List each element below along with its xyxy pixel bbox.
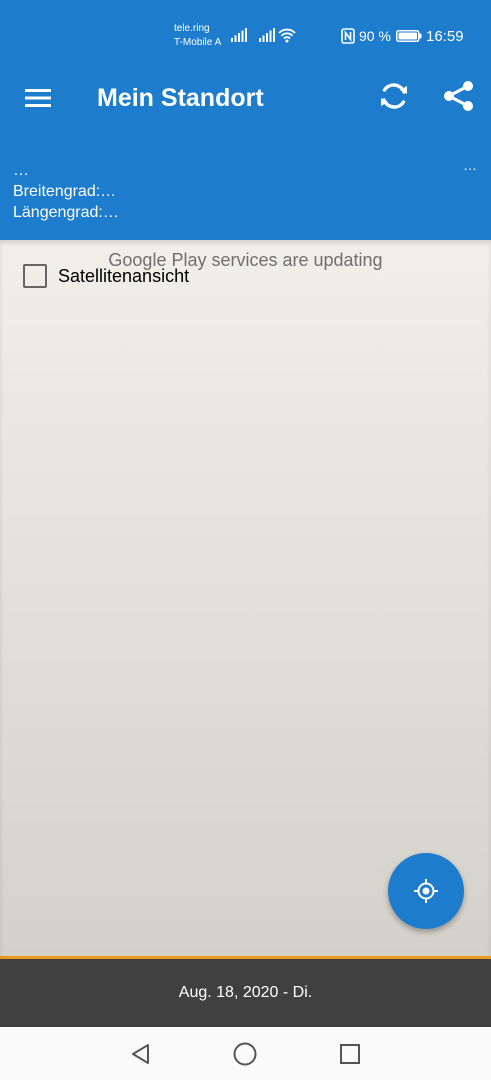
signal-icon bbox=[231, 28, 247, 42]
satellite-view-checkbox[interactable] bbox=[23, 264, 47, 288]
info-corner-text: … bbox=[463, 157, 477, 173]
menu-button[interactable] bbox=[20, 80, 56, 116]
map-view[interactable]: Google Play services are updating Satell… bbox=[0, 240, 491, 956]
carrier-info: tele.ring T-Mobile A bbox=[174, 22, 221, 50]
home-button[interactable] bbox=[230, 1039, 260, 1069]
refresh-button[interactable] bbox=[374, 76, 414, 116]
satellite-view-label[interactable]: Satellitenansicht bbox=[58, 266, 189, 287]
refresh-icon bbox=[381, 83, 407, 109]
wifi-icon bbox=[278, 28, 296, 43]
menu-icon bbox=[25, 89, 51, 107]
address-text: … bbox=[13, 162, 29, 179]
battery-icon bbox=[396, 30, 422, 42]
back-button[interactable] bbox=[126, 1039, 156, 1069]
back-icon bbox=[132, 1044, 149, 1064]
signal-icon bbox=[259, 28, 275, 42]
battery-percent: 90 % bbox=[359, 28, 391, 44]
navigation-bar bbox=[0, 1027, 491, 1080]
header: tele.ring T-Mobile A 90 % 16:59 Mein Sta… bbox=[0, 0, 491, 240]
date-bar: Aug. 18, 2020 - Di. bbox=[0, 956, 491, 1027]
screen: tele.ring T-Mobile A 90 % 16:59 Mein Sta… bbox=[0, 0, 491, 1080]
carrier-1: tele.ring bbox=[174, 23, 210, 34]
recents-button[interactable] bbox=[335, 1039, 365, 1069]
my-location-button[interactable] bbox=[388, 853, 464, 929]
status-bar: tele.ring T-Mobile A 90 % 16:59 bbox=[0, 0, 491, 66]
carrier-2: T-Mobile A bbox=[174, 37, 222, 48]
page-title: Mein Standort bbox=[97, 84, 264, 112]
status-time: 16:59 bbox=[426, 28, 464, 45]
share-icon bbox=[444, 81, 473, 111]
app-bar: Mein Standort bbox=[0, 66, 491, 130]
longitude-text: Längengrad:… bbox=[13, 204, 119, 221]
recents-icon bbox=[340, 1044, 360, 1064]
latitude-text: Breitengrad:… bbox=[13, 183, 117, 200]
share-button[interactable] bbox=[438, 76, 478, 116]
my-location-icon bbox=[414, 879, 438, 903]
date-text: Aug. 18, 2020 - Di. bbox=[178, 984, 313, 1001]
location-info: … Breitengrad:… Längengrad:… bbox=[13, 160, 119, 223]
home-icon bbox=[233, 1042, 257, 1066]
nfc-icon bbox=[341, 28, 355, 44]
